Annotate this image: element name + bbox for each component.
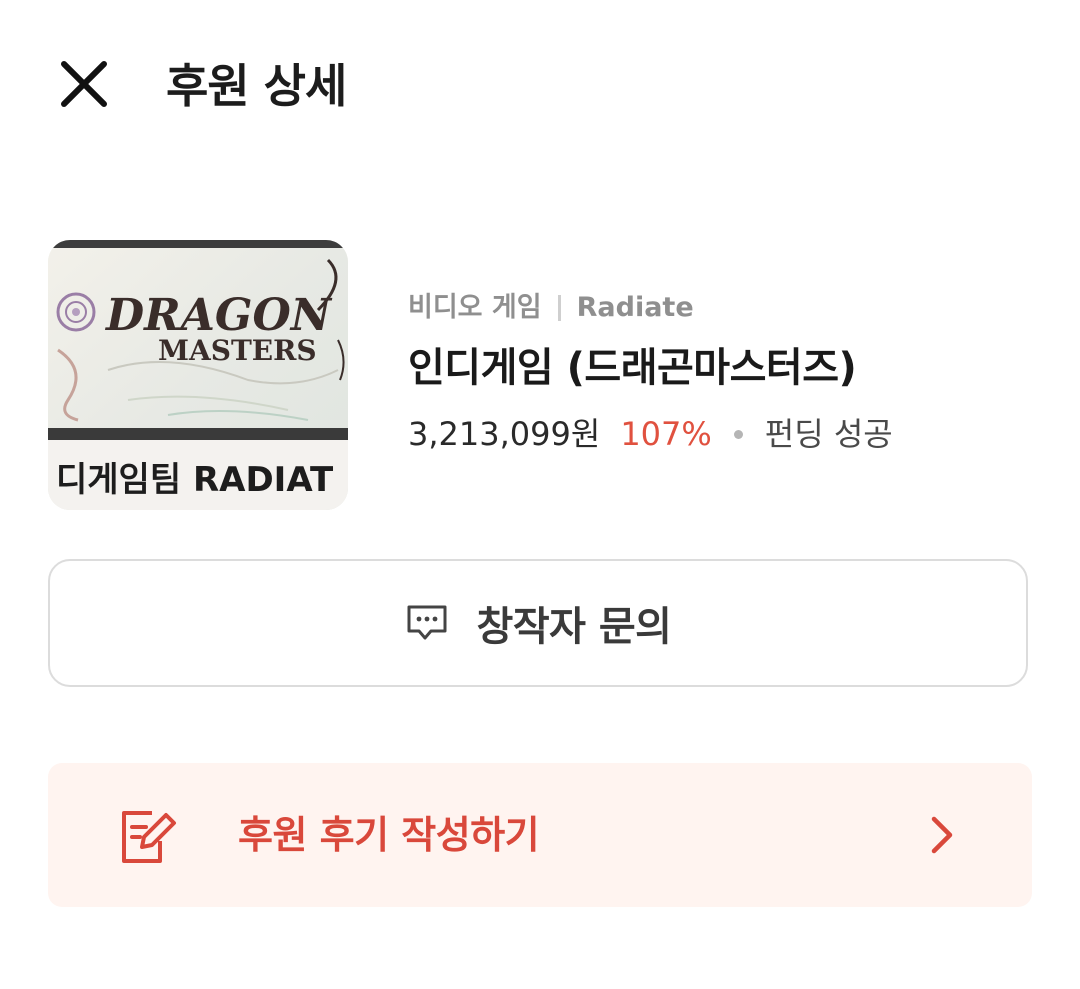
creator-name[interactable]: Radiate	[577, 288, 694, 328]
review-label: 후원 후기 작성하기	[238, 813, 540, 857]
support-detail-page: 후원 상세 DRAGON MASTERS 디게임팀 RADIAT 비디오 게임 …	[0, 0, 1080, 989]
project-meta: 비디오 게임 Radiate 인디게임 (드래곤마스터즈) 3,213,099원…	[408, 288, 1028, 456]
inquiry-label: 창작자 문의	[476, 604, 672, 650]
page-title: 후원 상세	[166, 59, 347, 113]
chevron-right-icon	[922, 815, 962, 855]
close-icon	[61, 61, 107, 107]
chat-icon	[405, 603, 449, 643]
category-line: 비디오 게임 Radiate	[408, 288, 1028, 328]
header: 후원 상세	[0, 0, 1080, 170]
funding-rate: 107%	[620, 415, 712, 453]
funding-status: 펀딩 성공	[764, 415, 893, 453]
project-thumbnail[interactable]: DRAGON MASTERS 디게임팀 RADIAT	[48, 240, 348, 510]
funding-stats: 3,213,099원 107% 펀딩 성공	[408, 412, 1028, 456]
close-button[interactable]	[52, 52, 116, 116]
separator-dot	[733, 429, 743, 439]
thumbnail-logo-line2: MASTERS	[158, 334, 317, 367]
project-title[interactable]: 인디게임 (드래곤마스터즈)	[408, 342, 1028, 394]
project-summary: DRAGON MASTERS 디게임팀 RADIAT 비디오 게임 Radiat…	[48, 240, 1032, 512]
thumbnail-caption: 디게임팀 RADIAT	[56, 460, 334, 500]
edit-note-icon	[118, 807, 178, 867]
category-divider	[557, 295, 561, 321]
creator-inquiry-button[interactable]: 창작자 문의	[48, 559, 1028, 687]
category-label: 비디오 게임	[408, 292, 542, 323]
funding-amount: 3,213,099원	[408, 415, 601, 453]
write-review-button[interactable]: 후원 후기 작성하기	[48, 763, 1032, 907]
